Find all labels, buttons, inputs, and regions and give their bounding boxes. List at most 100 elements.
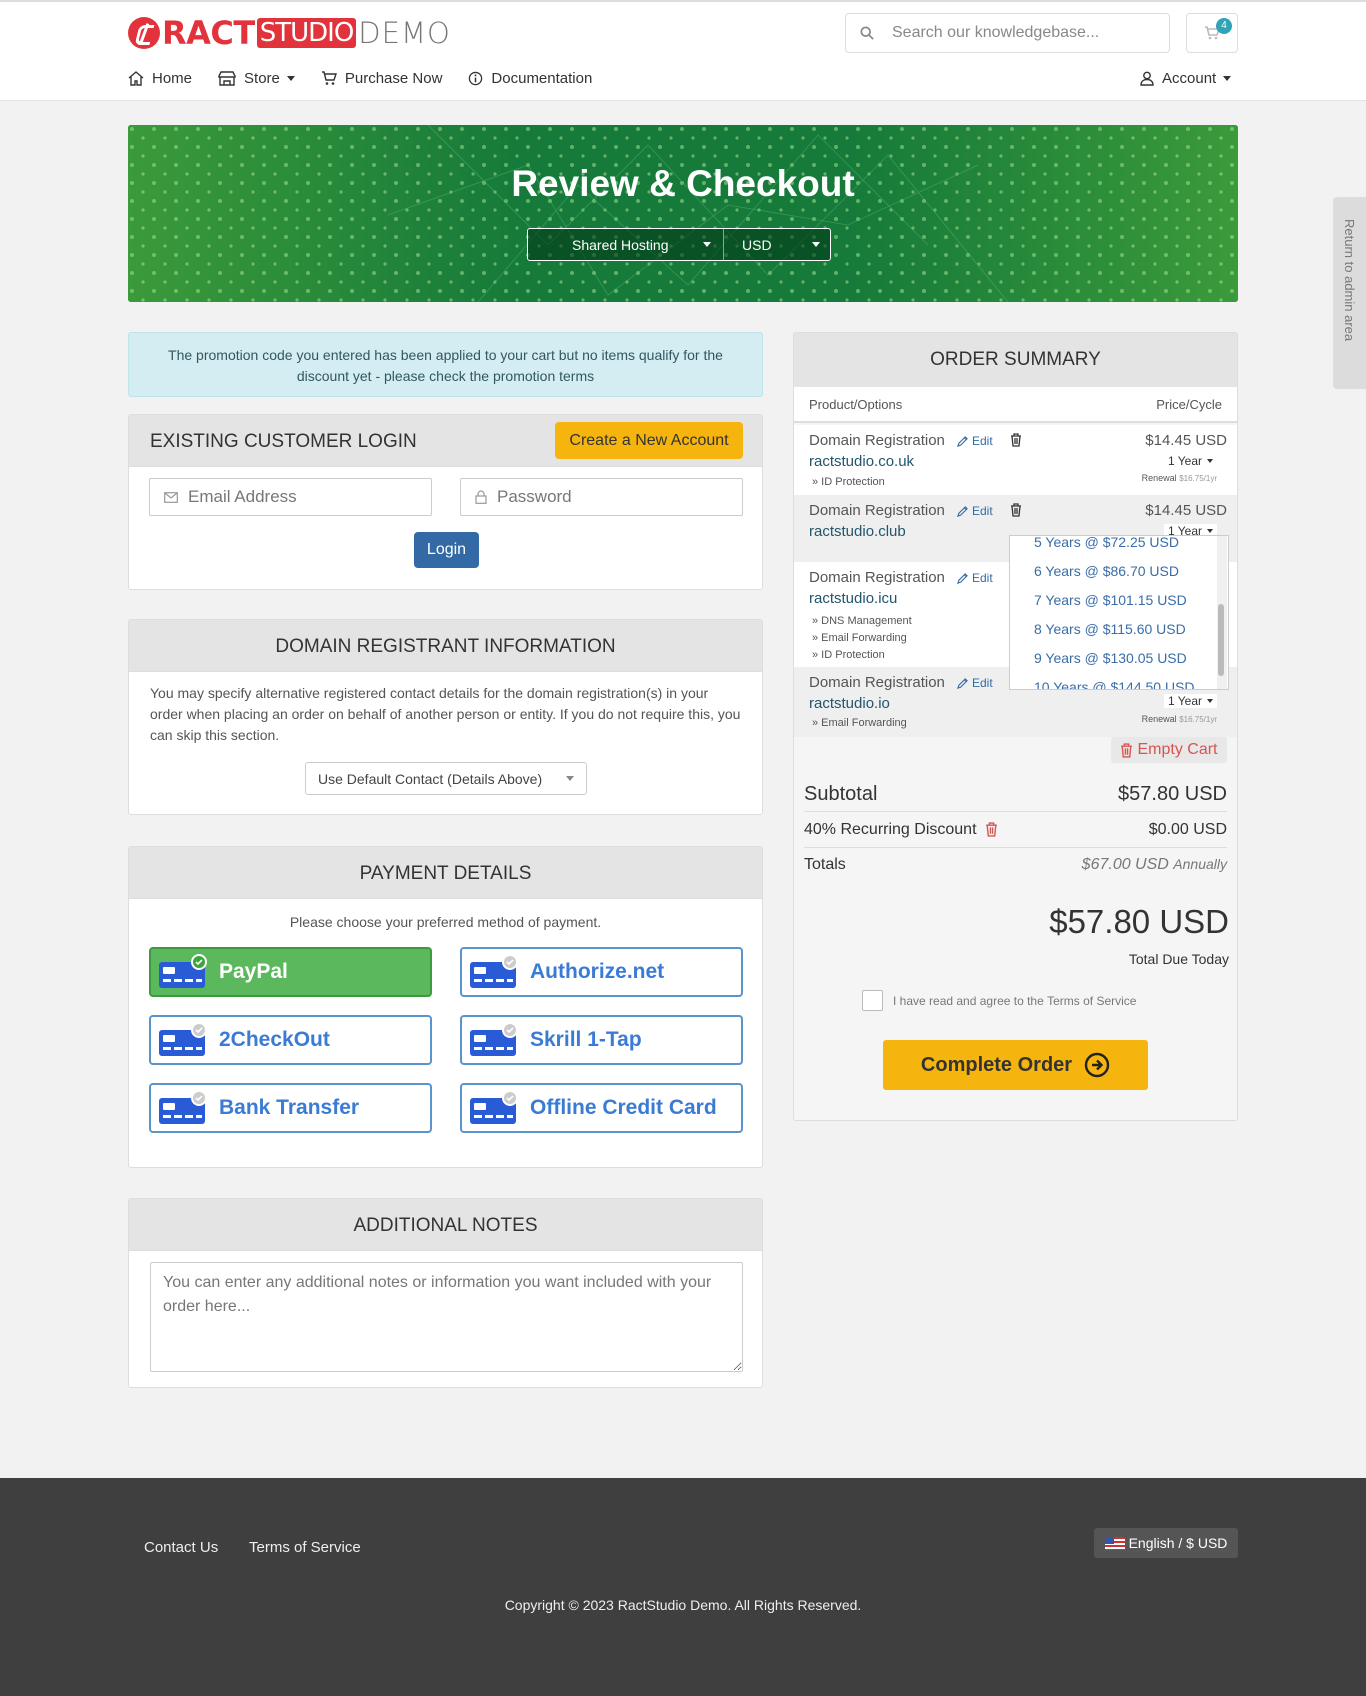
payment-method-2checkout[interactable]: 2CheckOut [149, 1015, 432, 1065]
payment-method-bank-transfer[interactable]: Bank Transfer [149, 1083, 432, 1133]
notes-textarea[interactable] [150, 1262, 743, 1372]
complete-order-button[interactable]: Complete Order [883, 1040, 1148, 1090]
additional-notes-card: ADDITIONAL NOTES [128, 1198, 763, 1388]
cycle-dropdown-list[interactable]: 5 Years @ $72.25 USD 6 Years @ $86.70 US… [1009, 535, 1229, 690]
dropdown-option[interactable]: 6 Years @ $86.70 USD [1034, 563, 1179, 579]
email-input[interactable] [188, 487, 408, 507]
chevron-down-icon [1207, 529, 1213, 533]
item-edit-link[interactable]: Edit [957, 571, 993, 585]
payment-method-authorize-net[interactable]: Authorize.net [460, 947, 743, 997]
nav-store-label: Store [244, 70, 280, 87]
nav-documentation[interactable]: Documentation [468, 70, 592, 87]
arrow-circle-right-icon [1084, 1052, 1110, 1078]
order-summary-title: ORDER SUMMARY [794, 333, 1237, 387]
item-price: $14.45 USD [1145, 432, 1227, 449]
page-title: Review & Checkout [511, 163, 855, 204]
email-field[interactable] [149, 478, 432, 516]
totals-period: Annually [1173, 856, 1227, 872]
item-renewal: Renewal $16.75/1yr [1142, 473, 1217, 483]
subtotal-value: $57.80 USD [1118, 783, 1227, 805]
cart-count-badge: 4 [1216, 18, 1232, 34]
logo[interactable]: RACT STUDIO DEMO [128, 14, 451, 52]
total-due-label: Total Due Today [1128, 951, 1229, 967]
site-header: RACT STUDIO DEMO 4 Home Store Purchase N… [0, 2, 1366, 101]
page-banner: Review & Checkout Shared Hosting USD [128, 125, 1238, 302]
payment-method-label: Offline Credit Card [530, 1096, 717, 1119]
trash-icon[interactable] [985, 822, 998, 837]
login-card-title: EXISTING CUSTOMER LOGIN [150, 431, 417, 452]
item-edit-label: Edit [972, 676, 993, 690]
item-edit-link[interactable]: Edit [957, 676, 993, 690]
credit-card-icon [468, 1090, 520, 1126]
item-domain: ractstudio.icu [809, 590, 898, 607]
dropdown-option[interactable]: 9 Years @ $130.05 USD [1034, 650, 1187, 666]
registrant-card-header: DOMAIN REGISTRANT INFORMATION [129, 620, 762, 672]
account-menu[interactable]: Account [1140, 70, 1232, 87]
payment-method-skrill[interactable]: Skrill 1-Tap [460, 1015, 743, 1065]
pencil-icon [957, 505, 968, 517]
notes-card-header: ADDITIONAL NOTES [129, 1199, 762, 1251]
renewal-label: Renewal [1141, 473, 1177, 483]
payment-method-label: Skrill 1-Tap [530, 1028, 642, 1051]
info-icon [469, 71, 483, 86]
item-cycle-select[interactable]: 1 Year [1163, 694, 1217, 708]
totals-row: Totals $67.00 USD Annually [804, 848, 1227, 882]
item-option: » DNS Management [812, 615, 912, 627]
payment-method-label: Authorize.net [530, 960, 665, 983]
dropdown-option[interactable]: 7 Years @ $101.15 USD [1034, 592, 1187, 608]
cart-button[interactable]: 4 [1186, 13, 1238, 53]
item-cycle-select[interactable]: 1 Year [1163, 454, 1217, 468]
registrant-contact-select[interactable]: Use Default Contact (Details Above) [305, 762, 587, 795]
return-to-admin-tab[interactable]: Return to admin area [1333, 197, 1366, 389]
lock-icon [475, 490, 487, 504]
discount-label: 40% Recurring Discount [804, 820, 977, 838]
subtotal-row: Subtotal $57.80 USD [804, 778, 1227, 812]
terms-of-service-link[interactable]: Terms of Service [1047, 994, 1136, 1008]
password-input[interactable] [497, 487, 717, 507]
category-select[interactable]: Shared Hosting [528, 229, 724, 260]
language-currency-selector[interactable]: English / $ USD [1094, 1528, 1238, 1558]
payment-method-label: Bank Transfer [219, 1096, 360, 1119]
payment-instructions: Please choose your preferred method of p… [289, 914, 602, 930]
item-option: » Email Forwarding [812, 632, 907, 644]
terms-checkbox[interactable] [862, 990, 883, 1011]
login-button[interactable]: Login [414, 532, 479, 568]
payment-method-label: PayPal [219, 960, 288, 983]
nav-purchase-now[interactable]: Purchase Now [321, 70, 442, 87]
dropdown-option[interactable]: 8 Years @ $115.60 USD [1034, 621, 1186, 637]
subtotal-label: Subtotal [804, 783, 878, 805]
item-renewal: Renewal $16.75/1yr [1142, 714, 1217, 724]
footer-contact-us-link[interactable]: Contact Us [144, 1539, 218, 1556]
empty-cart-button[interactable]: Empty Cart [1111, 737, 1227, 763]
dropdown-scrollbar[interactable] [1217, 536, 1227, 689]
item-cycle-value: 1 Year [1167, 694, 1202, 708]
currency-select[interactable]: USD [724, 229, 830, 260]
trash-icon[interactable] [1010, 503, 1022, 517]
total-due-amount: $57.80 USD [1049, 903, 1229, 940]
payment-method-offline-credit-card[interactable]: Offline Credit Card [460, 1083, 743, 1133]
create-account-button[interactable]: Create a New Account [555, 422, 743, 459]
footer-terms-link[interactable]: Terms of Service [249, 1539, 361, 1556]
column-product-options: Product/Options [809, 396, 903, 412]
item-edit-label: Edit [972, 504, 993, 518]
scrollbar-thumb[interactable] [1218, 604, 1224, 676]
item-edit-link[interactable]: Edit [957, 434, 993, 448]
item-option: » ID Protection [812, 476, 885, 488]
payment-method-paypal[interactable]: PayPal [149, 947, 432, 997]
password-field[interactable] [460, 478, 743, 516]
nav-store[interactable]: Store [218, 70, 295, 87]
knowledgebase-search[interactable] [845, 13, 1170, 53]
item-product-name: Domain Registration [809, 432, 945, 449]
nav-documentation-label: Documentation [491, 70, 593, 87]
item-edit-link[interactable]: Edit [957, 504, 993, 518]
chevron-down-icon [1207, 699, 1213, 703]
dropdown-option[interactable]: 10 Years @ $144.50 USD [1034, 679, 1195, 689]
cart-icon [321, 71, 337, 85]
trash-icon[interactable] [1010, 433, 1022, 447]
item-cycle-value: 1 Year [1167, 454, 1202, 468]
credit-card-icon [468, 954, 520, 990]
nav-home[interactable]: Home [128, 70, 192, 87]
dropdown-option[interactable]: 5 Years @ $72.25 USD [1034, 536, 1179, 550]
search-input[interactable] [892, 24, 1152, 42]
item-product-name: Domain Registration [809, 569, 945, 586]
